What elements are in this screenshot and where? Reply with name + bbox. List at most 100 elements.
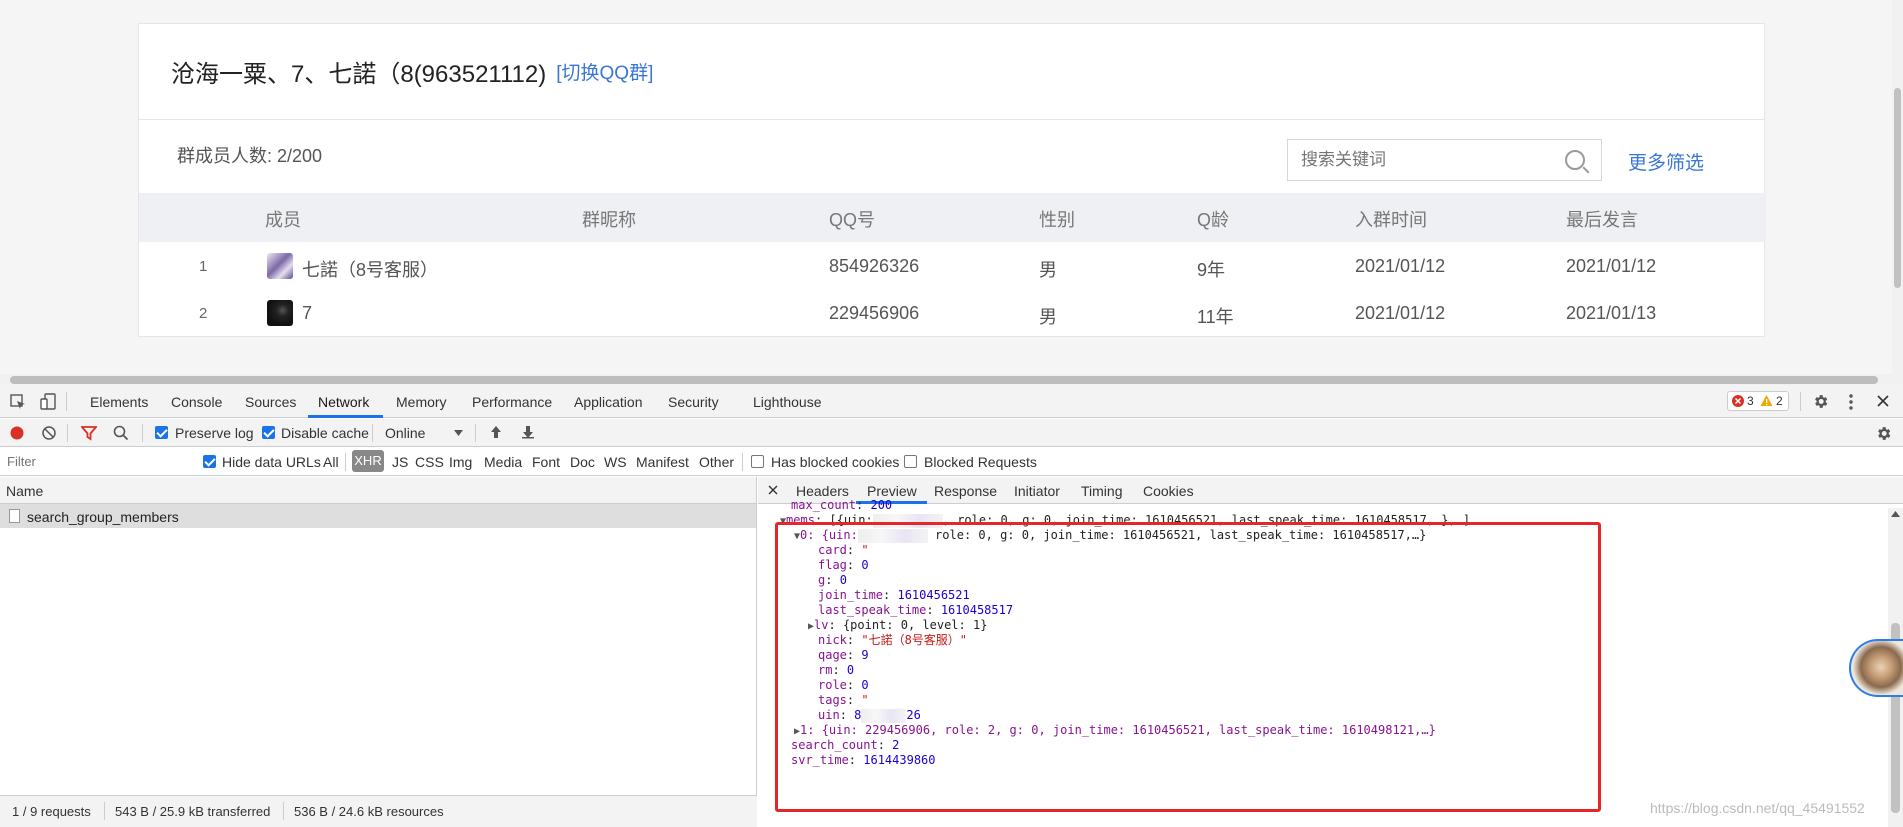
col-qage: Q龄 [1197, 210, 1230, 230]
resource-size: 536 B / 24.6 kB resources [294, 804, 444, 819]
filter-type-manifest[interactable]: Manifest [636, 454, 689, 470]
filter-icon[interactable] [81, 425, 97, 441]
disable-cache-label: Disable cache [281, 425, 369, 441]
search-network-icon[interactable] [113, 425, 129, 441]
qq-number: 854926326 [829, 256, 920, 276]
member-name: 7 [302, 303, 313, 323]
disable-cache-checkbox[interactable] [262, 426, 275, 439]
col-nickname: 群昵称 [582, 210, 636, 230]
warning-count: 2 [1776, 394, 1783, 408]
request-row[interactable]: search_group_members [0, 504, 756, 528]
tab-sources[interactable]: Sources [245, 394, 296, 410]
devtools-tabbar: Elements Console Sources Network Memory … [0, 385, 1903, 418]
tab-application[interactable]: Application [574, 394, 643, 410]
filter-type-other[interactable]: Other [699, 454, 734, 470]
filter-type-all[interactable]: All [323, 454, 339, 470]
divider [742, 453, 743, 471]
issues-badge[interactable]: 3 2 [1727, 391, 1789, 411]
join-time: 2021/01/12 [1355, 256, 1446, 276]
has-blocked-cookies-checkbox[interactable] [751, 455, 764, 468]
filter-type-doc[interactable]: Doc [570, 454, 595, 470]
network-settings-gear-icon[interactable] [1875, 425, 1892, 442]
member-count: 群成员人数: 2/200 [177, 146, 323, 166]
hide-data-urls-checkbox[interactable] [203, 455, 216, 468]
gender: 男 [1039, 307, 1057, 327]
tab-response[interactable]: Response [934, 483, 997, 499]
tab-lighthouse[interactable]: Lighthouse [753, 394, 822, 410]
divider [283, 802, 284, 820]
export-har-icon[interactable] [522, 425, 534, 439]
screenshot-root: 沧海一粟、7、七諾（8(963521112) [切换QQ群] 群成员人数: 2/… [0, 0, 1903, 827]
tab-timing[interactable]: Timing [1081, 483, 1123, 499]
page-horizontal-scrollbar[interactable] [0, 374, 1903, 385]
member-name: 七諾（8号客服） [302, 260, 439, 280]
scrollbar-thumb[interactable] [10, 376, 1878, 384]
col-member: 成员 [265, 210, 301, 230]
filter-type-ws[interactable]: WS [604, 454, 627, 470]
search-icon[interactable] [1565, 150, 1585, 170]
tab-preview[interactable]: Preview [867, 483, 917, 499]
divider [345, 453, 346, 471]
col-last-speak: 最后发言 [1566, 210, 1638, 230]
network-toolbar: Preserve log Disable cache Online [0, 419, 1903, 447]
avatar [267, 300, 293, 326]
more-options-icon[interactable] [1848, 394, 1854, 410]
page-vertical-scrollbar[interactable] [1892, 0, 1903, 374]
tab-memory[interactable]: Memory [396, 394, 447, 410]
name-column-header[interactable]: Name [0, 477, 756, 504]
settings-gear-icon[interactable] [1812, 393, 1829, 410]
more-filter-link[interactable]: 更多筛选 [1628, 148, 1704, 175]
divider [66, 392, 67, 411]
blocked-requests-checkbox[interactable] [904, 455, 917, 468]
search-input[interactable] [1288, 140, 1548, 180]
table-row[interactable]: 2 7 229456906 男 11年 2021/01/12 2021/01/1… [139, 290, 1766, 337]
col-gender: 性别 [1039, 210, 1075, 230]
filter-type-font[interactable]: Font [532, 454, 560, 470]
preserve-log-checkbox[interactable] [155, 426, 168, 439]
card-header: 沧海一粟、7、七諾（8(963521112) [切换QQ群] [139, 24, 1764, 120]
tab-network[interactable]: Network [318, 394, 369, 410]
transferred-size: 543 B / 25.9 kB transferred [115, 804, 271, 819]
tab-console[interactable]: Console [171, 394, 222, 410]
divider [1800, 392, 1801, 411]
close-detail-icon[interactable] [768, 485, 778, 495]
document-icon [9, 509, 20, 523]
qage: 9年 [1197, 260, 1226, 280]
warning-icon [1760, 395, 1773, 406]
filter-type-xhr[interactable]: XHR [352, 450, 384, 472]
filter-input[interactable] [2, 451, 187, 472]
tab-performance[interactable]: Performance [472, 394, 552, 410]
table-row[interactable]: 1 七諾（8号客服） 854926326 男 9年 2021/01/12 202… [139, 243, 1766, 290]
json-value: 200 [870, 498, 893, 512]
request-list-pane: Name search_group_members [0, 477, 757, 827]
record-icon[interactable] [10, 426, 24, 440]
tab-elements[interactable]: Elements [90, 394, 148, 410]
scroll-up-icon[interactable] [1891, 511, 1900, 517]
filter-type-js[interactable]: JS [392, 454, 408, 470]
row-index: 2 [199, 305, 208, 322]
tab-initiator[interactable]: Initiator [1014, 483, 1060, 499]
floating-avatar-widget[interactable] [1849, 639, 1903, 697]
chevron-down-icon[interactable] [454, 430, 463, 436]
col-qq: QQ号 [829, 210, 876, 230]
filter-type-media[interactable]: Media [484, 454, 522, 470]
device-toolbar-icon[interactable] [40, 393, 56, 411]
import-har-icon[interactable] [490, 425, 502, 439]
tab-headers[interactable]: Headers [796, 483, 849, 499]
switch-group-link[interactable]: [切换QQ群] [556, 58, 653, 85]
clear-icon[interactable] [42, 426, 56, 440]
search-box[interactable] [1287, 139, 1602, 181]
json-line-max-count: max_count: 200 [791, 498, 893, 512]
inspect-element-icon[interactable] [10, 394, 26, 410]
tab-cookies[interactable]: Cookies [1143, 483, 1194, 499]
tab-security[interactable]: Security [668, 394, 719, 410]
highlight-annotation-box [775, 522, 1601, 812]
divider [475, 424, 476, 442]
filter-bar: Hide data URLs All XHR JS CSS Img Media … [0, 447, 1903, 476]
scrollbar-thumb[interactable] [1894, 88, 1901, 288]
filter-type-css[interactable]: CSS [415, 454, 444, 470]
close-devtools-icon[interactable] [1877, 395, 1889, 407]
throttling-select[interactable]: Online [385, 425, 425, 441]
filter-type-img[interactable]: Img [449, 454, 472, 470]
join-time: 2021/01/12 [1355, 303, 1446, 323]
